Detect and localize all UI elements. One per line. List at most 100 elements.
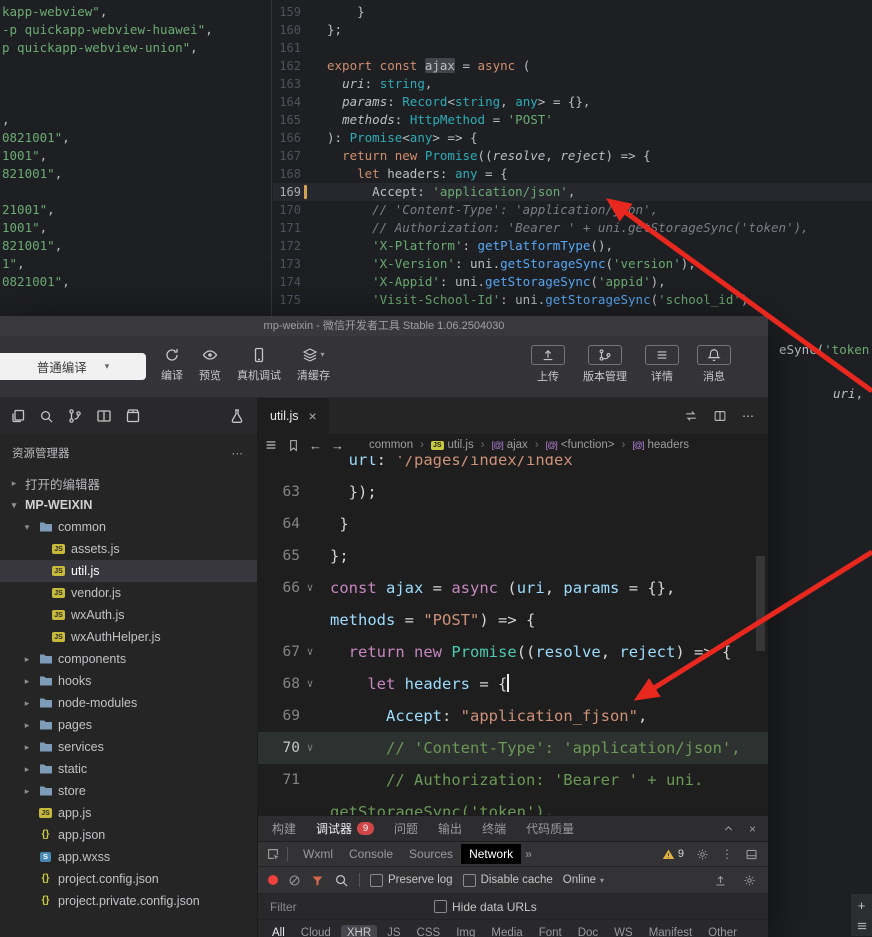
code-line[interactable]: 172 'X-Platform': getPlatformType(),	[273, 237, 872, 255]
tree-item-mp-weixin[interactable]: ▾MP-WEIXIN	[0, 494, 257, 516]
search-icon[interactable]	[334, 873, 349, 888]
code-line[interactable]: 1001",	[0, 219, 271, 237]
code-line[interactable]: 161	[273, 39, 872, 57]
fold-icon[interactable]: ∨	[300, 732, 320, 764]
code-line[interactable]: 174 'X-Appid': uni.getStorageSync('appid…	[273, 273, 872, 291]
code-line[interactable]: 164 params: Record<string, any> = {},	[273, 93, 872, 111]
code-line[interactable]: 0821001",	[0, 129, 271, 147]
outline-icon[interactable]	[264, 438, 278, 452]
code-line[interactable]	[0, 75, 271, 93]
tree-item-pages[interactable]: ▸pages	[0, 714, 257, 736]
code-line[interactable]	[0, 183, 271, 201]
code-line[interactable]: 68∨ let headers = {	[258, 668, 768, 700]
code-line[interactable]	[0, 93, 271, 111]
breadcrumb-item[interactable]: [@]headers	[632, 439, 689, 451]
network-type-doc[interactable]: Doc	[572, 925, 604, 937]
more-icon[interactable]: ⋯	[232, 446, 244, 460]
kebab-menu-icon[interactable]: ⋮	[721, 847, 733, 861]
code-line[interactable]: 0821001",	[0, 273, 271, 291]
breadcrumb-item[interactable]: common	[369, 439, 413, 451]
tree-item-static[interactable]: ▸static	[0, 758, 257, 780]
chevron-down-icon[interactable]: ▾	[8, 500, 20, 511]
tree-item-wxauthhelper-js[interactable]: JSwxAuthHelper.js	[0, 626, 257, 648]
code-line[interactable]: 821001",	[0, 165, 271, 183]
network-type-manifest[interactable]: Manifest	[643, 925, 698, 937]
chevron-right-icon[interactable]: ▸	[21, 676, 33, 687]
close-icon[interactable]: ×	[308, 408, 316, 424]
tree-item-vendor-js[interactable]: JSvendor.js	[0, 582, 257, 604]
code-line[interactable]: 170 // 'Content-Type': 'application/json…	[273, 201, 872, 219]
panel-tab-问题[interactable]: 问题	[384, 820, 428, 837]
code-line[interactable]: kapp-webview",	[0, 3, 271, 21]
layers-button[interactable]: ▾清缓存	[294, 345, 333, 383]
panel-tab-构建[interactable]: 构建	[262, 820, 306, 837]
tree-item-node-modules[interactable]: ▸node-modules	[0, 692, 257, 714]
code-line[interactable]: 169 Accept: 'application/json',	[273, 183, 872, 201]
network-filter-input[interactable]	[268, 899, 422, 915]
background-editor-left-split[interactable]: kapp-webview",-p quickapp-webview-huawei…	[0, 0, 272, 316]
code-line[interactable]: 67∨ return new Promise((resolve, reject)…	[258, 636, 768, 668]
code-line[interactable]: methods = "POST") => {	[258, 604, 768, 636]
code-line[interactable]: 1001",	[0, 147, 271, 165]
network-type-font[interactable]: Font	[533, 925, 568, 937]
chevron-right-icon[interactable]: ▸	[21, 698, 33, 709]
tree-item-wxauth-js[interactable]: JSwxAuth.js	[0, 604, 257, 626]
hamburger-icon[interactable]	[856, 920, 868, 932]
tree-item-hooks[interactable]: ▸hooks	[0, 670, 257, 692]
code-line[interactable]: 175 'Visit-School-Id': uni.getStorageSyn…	[273, 291, 872, 309]
code-line[interactable]: 168 let headers: any = {	[273, 165, 872, 183]
breadcrumb-item[interactable]: [@]<function>	[546, 439, 615, 451]
close-panel-icon[interactable]: ×	[749, 822, 756, 836]
chevron-right-icon[interactable]: ▸	[21, 786, 33, 797]
code-line[interactable]: 163 uri: string,	[273, 75, 872, 93]
network-settings-icon[interactable]	[743, 874, 756, 887]
code-line[interactable]: 65};	[258, 540, 768, 572]
code-line[interactable]: 63 });	[258, 476, 768, 508]
tree-item--[interactable]: ▸打开的编辑器	[0, 472, 257, 494]
code-line[interactable]	[0, 57, 271, 75]
panel-tab-输出[interactable]: 输出	[428, 820, 472, 837]
tree-item-store[interactable]: ▸store	[0, 780, 257, 802]
flow-button[interactable]: 版本管理	[580, 345, 630, 384]
code-line[interactable]: 69 Accept: "application_fjson",	[258, 700, 768, 732]
editor-scrollbar[interactable]	[756, 556, 765, 651]
breadcrumb-item[interactable]: [@]ajax	[492, 439, 528, 451]
tree-item-util-js[interactable]: JSutil.js	[0, 560, 257, 582]
debugger-tab-network[interactable]: Network	[461, 844, 521, 864]
tree-item-app-wxss[interactable]: Sapp.wxss	[0, 846, 257, 868]
code-line[interactable]: 167 return new Promise((resolve, reject)…	[273, 147, 872, 165]
code-line[interactable]: 821001",	[0, 237, 271, 255]
tree-item-services[interactable]: ▸services	[0, 736, 257, 758]
record-icon[interactable]	[268, 875, 278, 885]
network-type-all[interactable]: All	[266, 925, 291, 937]
tree-item-assets-js[interactable]: JSassets.js	[0, 538, 257, 560]
chevron-right-icon[interactable]: ▸	[21, 764, 33, 775]
network-type-ws[interactable]: WS	[608, 925, 639, 937]
code-line[interactable]: getStorageSync('token'),	[258, 796, 768, 815]
network-type-cloud[interactable]: Cloud	[295, 925, 337, 937]
network-type-js[interactable]: JS	[381, 925, 406, 937]
tree-item-app-js[interactable]: JSapp.js	[0, 802, 257, 824]
compile-mode-select[interactable]: 普通编译 ▾	[0, 353, 146, 380]
back-icon[interactable]: ←	[309, 438, 322, 453]
columns-icon[interactable]	[96, 408, 112, 424]
fold-icon[interactable]: ∨	[300, 636, 320, 668]
more-tabs-icon[interactable]: »	[525, 847, 532, 861]
code-line[interactable]: 166): Promise<any> => {	[273, 129, 872, 147]
code-line[interactable]: ,	[0, 111, 271, 129]
code-line[interactable]: 66∨const ajax = async (uri, params = {},	[258, 572, 768, 604]
panel-tab-终端[interactable]: 终端	[472, 820, 516, 837]
search-icon[interactable]	[39, 409, 54, 424]
debugger-tab-console[interactable]: Console	[341, 844, 401, 864]
devtools-settings-icon[interactable]	[696, 848, 709, 861]
tree-item-common[interactable]: ▾common	[0, 516, 257, 538]
chevron-right-icon[interactable]: ▸	[21, 720, 33, 731]
code-line[interactable]: url: '/pages/index/index	[258, 456, 768, 476]
panel-tab-代码质量[interactable]: 代码质量	[516, 820, 584, 837]
fold-icon[interactable]: ∨	[300, 668, 320, 700]
preserve-log-checkbox[interactable]: Preserve log	[370, 874, 453, 887]
forward-icon[interactable]: →	[331, 438, 344, 453]
chevron-right-icon[interactable]: ▸	[21, 742, 33, 753]
tree-item-components[interactable]: ▸components	[0, 648, 257, 670]
code-line[interactable]: 162export const ajax = async (	[273, 57, 872, 75]
